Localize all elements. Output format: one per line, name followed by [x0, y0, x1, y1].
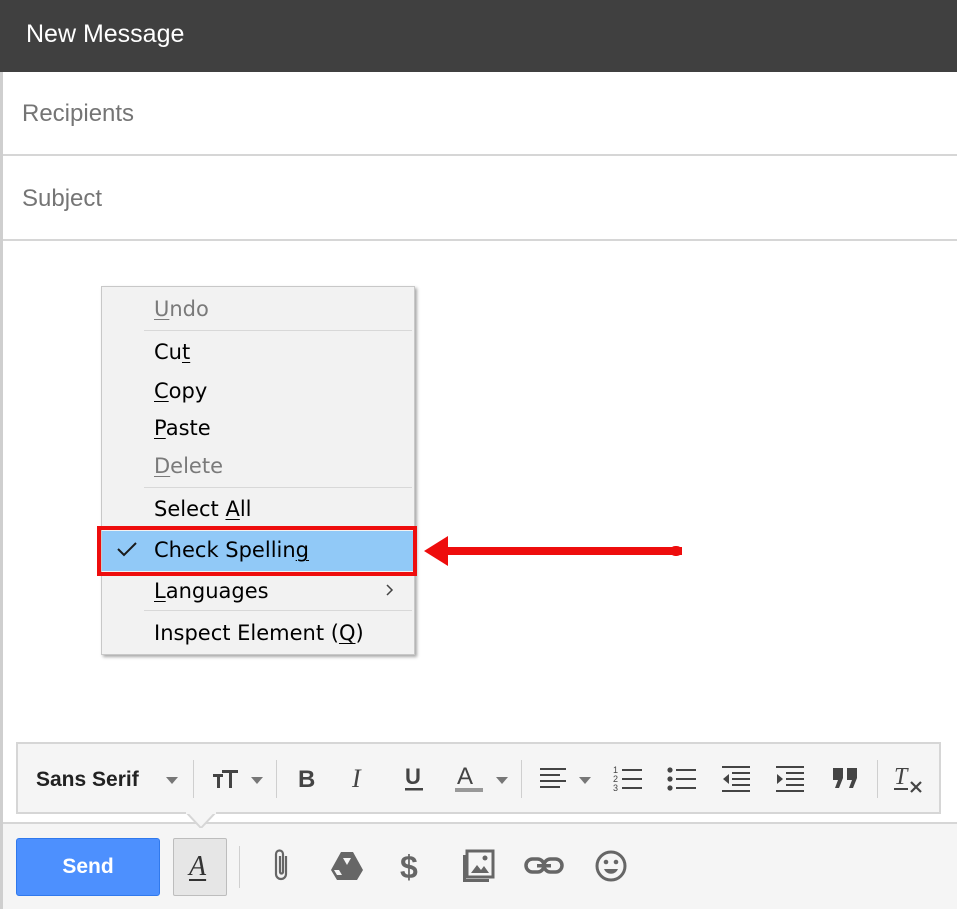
svg-text:U: U: [405, 764, 421, 789]
toolbar-divider: [877, 760, 878, 798]
svg-text:$: $: [400, 849, 418, 885]
menu-item-cut[interactable]: Cut: [102, 335, 414, 371]
subject-placeholder: Subject: [22, 185, 103, 212]
bold-icon[interactable]: B: [295, 762, 321, 794]
svg-text:A: A: [457, 763, 473, 790]
drive-icon[interactable]: [330, 846, 364, 886]
emoji-icon[interactable]: [594, 846, 628, 886]
numbered-list-icon[interactable]: 1 2 3: [612, 762, 644, 794]
menu-separator: [144, 610, 412, 611]
menu-item-delete[interactable]: Delete: [102, 449, 414, 485]
menu-separator: [144, 487, 412, 488]
align-icon[interactable]: [538, 762, 568, 794]
chevron-down-icon: [251, 777, 263, 784]
toolbar-pointer: [186, 812, 216, 828]
send-button[interactable]: Send: [16, 838, 160, 896]
chevron-right-icon: [386, 584, 394, 596]
annotation-arrow-icon: [424, 536, 682, 566]
remove-formatting-icon[interactable]: T: [892, 762, 926, 794]
svg-text:T: T: [894, 764, 909, 790]
attach-icon[interactable]: [268, 846, 296, 886]
menu-separator: [144, 330, 412, 331]
quote-icon[interactable]: [830, 762, 862, 794]
annotation-highlight-box: [97, 526, 417, 576]
chevron-down-icon: [579, 777, 591, 784]
formatting-options-button[interactable]: A: [173, 838, 227, 896]
bulleted-list-icon[interactable]: [666, 762, 698, 794]
italic-icon[interactable]: I: [348, 762, 374, 794]
window-title: New Message: [26, 20, 185, 48]
menu-item-undo[interactable]: Undo: [102, 292, 414, 328]
photo-icon[interactable]: [462, 846, 496, 886]
svg-text:I: I: [351, 764, 362, 793]
toolbar-divider: [193, 760, 194, 798]
indent-less-icon[interactable]: [720, 762, 752, 794]
recipients-placeholder: Recipients: [22, 100, 135, 127]
underline-icon[interactable]: U: [402, 762, 428, 794]
bottom-divider: [239, 846, 240, 888]
chevron-down-icon: [496, 777, 508, 784]
money-icon[interactable]: $: [398, 846, 424, 886]
menu-item-inspect-element[interactable]: Inspect Element (Q): [102, 616, 414, 652]
svg-text:B: B: [298, 766, 315, 793]
compose-title-bar: New Message: [0, 0, 957, 72]
recipients-field[interactable]: Recipients: [3, 72, 957, 156]
link-icon[interactable]: [524, 846, 564, 886]
formatting-toolbar: Sans Serif B I U A 1 2 3 T: [16, 742, 941, 814]
indent-more-icon[interactable]: [774, 762, 806, 794]
menu-item-copy[interactable]: Copy: [102, 374, 414, 410]
svg-text:3: 3: [613, 783, 618, 793]
menu-item-select-all[interactable]: Select All: [102, 492, 414, 528]
toolbar-divider: [521, 760, 522, 798]
context-menu: Undo Cut Copy Paste Delete Select All Ch…: [101, 286, 415, 655]
toolbar-divider: [276, 760, 277, 798]
subject-field[interactable]: Subject: [3, 157, 957, 241]
text-color-icon[interactable]: A: [454, 762, 486, 794]
menu-item-paste[interactable]: Paste: [102, 411, 414, 447]
chevron-down-icon: [166, 777, 178, 784]
menu-item-languages[interactable]: Languages: [102, 574, 414, 610]
font-family-select[interactable]: Sans Serif: [36, 768, 139, 792]
format-glyph: A: [189, 851, 207, 882]
text-size-icon[interactable]: [210, 762, 242, 794]
